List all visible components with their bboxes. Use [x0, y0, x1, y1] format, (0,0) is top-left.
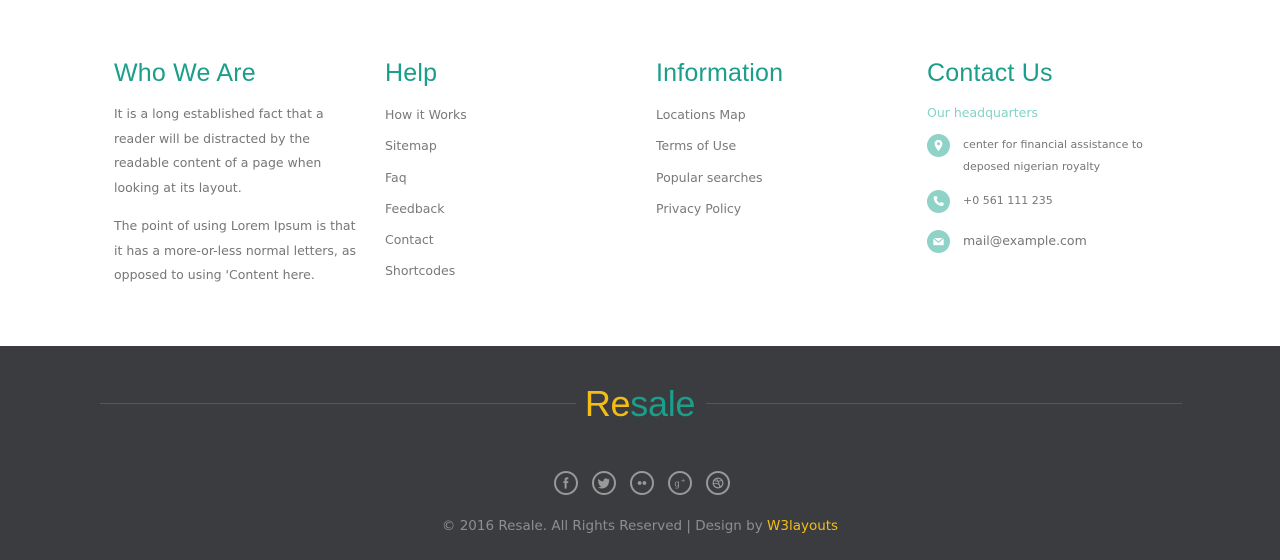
- help-heading: Help: [385, 59, 438, 87]
- info-link-locations-map[interactable]: Locations Map: [656, 107, 746, 123]
- list-item: How it Works: [385, 104, 467, 135]
- headquarters-label: Our headquarters: [927, 105, 1038, 120]
- who-we-are-paragraph-2: The point of using Lorem Ipsum is that i…: [114, 218, 357, 282]
- contact-email-row: mail@example.com: [927, 230, 1087, 253]
- who-we-are-paragraph-1: It is a long established fact that a rea…: [114, 106, 324, 195]
- help-link-how-it-works[interactable]: How it Works: [385, 107, 467, 123]
- location-pin-icon: [927, 134, 950, 157]
- twitter-icon[interactable]: [592, 471, 616, 495]
- help-link-feedback[interactable]: Feedback: [385, 201, 445, 217]
- copyright: © 2016 Resale. All Rights Reserved | Des…: [0, 516, 1280, 536]
- information-heading: Information: [656, 59, 784, 87]
- help-link-sitemap[interactable]: Sitemap: [385, 138, 437, 154]
- copyright-text: © 2016 Resale. All Rights Reserved | Des…: [441, 518, 763, 534]
- information-column: Information Locations Map Terms of Use P…: [656, 56, 783, 229]
- logo-part-sale: sale: [630, 383, 696, 424]
- contact-phone: +0 561 111 235: [963, 194, 1053, 207]
- help-column: Help How it Works Sitemap Faq Feedback C…: [385, 56, 467, 292]
- who-we-are-column: Who We Are It is a long established fact…: [114, 56, 359, 288]
- list-item: Faq: [385, 167, 467, 198]
- contact-column: Contact Us Our headquarters center for f…: [927, 56, 1187, 276]
- list-item: Terms of Use: [656, 135, 783, 166]
- svg-text:+: +: [681, 477, 686, 484]
- help-links: How it Works Sitemap Faq Feedback Contac…: [385, 104, 467, 292]
- phone-icon: [927, 190, 950, 213]
- list-item: Sitemap: [385, 135, 467, 166]
- list-item: Feedback: [385, 198, 467, 229]
- info-link-privacy-policy[interactable]: Privacy Policy: [656, 201, 741, 217]
- list-item: Contact: [385, 229, 467, 260]
- contact-email-link[interactable]: mail@example.com: [963, 230, 1087, 252]
- contact-address: center for financial assistance to depos…: [963, 138, 1143, 173]
- footer-logo[interactable]: Resale: [0, 382, 1280, 426]
- contact-address-row: center for financial assistance to depos…: [927, 134, 1143, 178]
- list-item: Popular searches: [656, 167, 783, 198]
- list-item: Privacy Policy: [656, 198, 783, 229]
- info-link-popular-searches[interactable]: Popular searches: [656, 170, 763, 186]
- who-we-are-heading: Who We Are: [114, 59, 256, 87]
- envelope-icon: [927, 230, 950, 253]
- help-link-shortcodes[interactable]: Shortcodes: [385, 263, 455, 279]
- help-link-contact[interactable]: Contact: [385, 232, 434, 248]
- list-item: Shortcodes: [385, 260, 467, 291]
- social-links: g +: [554, 471, 730, 495]
- information-links: Locations Map Terms of Use Popular searc…: [656, 104, 783, 229]
- dribbble-icon[interactable]: [706, 471, 730, 495]
- logo-part-re: Re: [584, 383, 631, 424]
- footer-top: Who We Are It is a long established fact…: [0, 0, 1280, 346]
- help-link-faq[interactable]: Faq: [385, 170, 407, 186]
- facebook-icon[interactable]: [554, 471, 578, 495]
- google-plus-icon[interactable]: g +: [668, 471, 692, 495]
- flickr-icon[interactable]: [630, 471, 654, 495]
- info-link-terms-of-use[interactable]: Terms of Use: [656, 138, 736, 154]
- w3layouts-link[interactable]: W3layouts: [767, 518, 838, 534]
- footer-bottom: Resale g + © 2016 Resale. All Rights Rese…: [0, 346, 1280, 560]
- contact-heading: Contact Us: [927, 59, 1053, 87]
- list-item: Locations Map: [656, 104, 783, 135]
- svg-text:g: g: [674, 479, 679, 489]
- contact-phone-row: +0 561 111 235: [927, 190, 1053, 213]
